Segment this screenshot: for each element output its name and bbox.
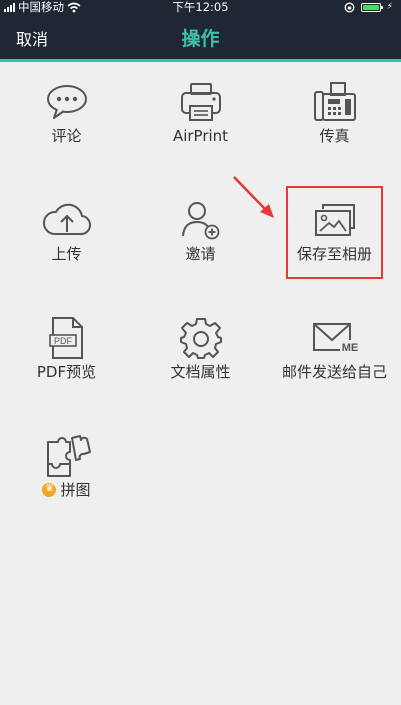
comment-icon [46,85,87,119]
action-puzzle[interactable]: 拼图 [0,416,133,506]
action-label-puzzle: 拼图 [0,480,133,500]
action-airprint[interactable]: AirPrint [134,62,267,152]
action-label: 传真 [319,127,350,145]
fax-icon [313,82,356,121]
arrow-icon [233,176,274,218]
svg-text:ME: ME [341,342,358,354]
status-right: ⚡ [344,0,393,14]
action-pdf-preview[interactable]: PDF PDF预览 [0,298,133,388]
charging-icon: ⚡ [386,2,393,12]
battery-icon [360,2,383,12]
printer-icon [180,83,221,121]
crown-icon [42,482,57,497]
action-label: 拼图 [60,481,91,499]
action-fax[interactable]: 传真 [268,62,401,152]
action-label: 上传 [51,245,82,263]
page-title: 操作 [181,28,220,50]
action-label: AirPrint [172,127,229,145]
status-bar: 中国移动 下午12:05 ⚡ [0,0,401,14]
action-comment[interactable]: 评论 [0,62,133,152]
orientation-lock-icon [344,2,355,12]
invite-user-icon [181,202,219,240]
header: 中国移动 下午12:05 ⚡ 取消 操作 [0,0,401,62]
action-label: 邀请 [185,245,216,263]
svg-text:PDF: PDF [54,336,73,346]
puzzle-icon [46,435,91,477]
action-label: PDF预览 [36,363,97,381]
action-document-properties[interactable]: 文档属性 [134,298,267,388]
gear-icon [179,318,222,359]
cloud-upload-icon [42,203,91,236]
action-label: 文档属性 [170,363,231,381]
action-label: 评论 [51,127,82,145]
mail-me-icon: ME [312,323,360,354]
action-label: 邮件发送给自己 [281,363,387,381]
status-time: 下午12:05 [172,0,229,14]
action-upload[interactable]: 上传 [0,180,133,270]
pdf-file-icon: PDF [48,317,83,359]
highlight-box [286,186,383,279]
action-mail-to-self[interactable]: ME 邮件发送给自己 [268,298,401,388]
